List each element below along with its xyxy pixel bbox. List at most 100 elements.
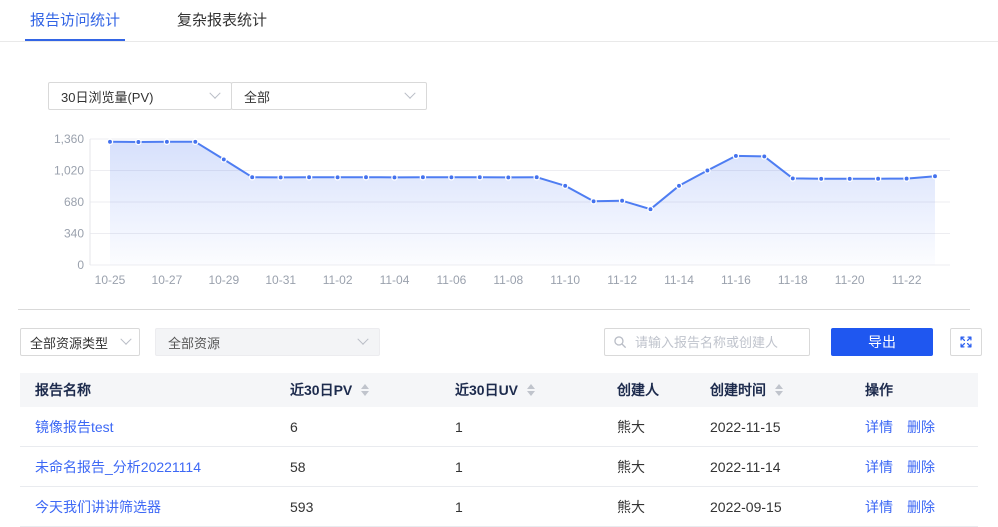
table-body: 镜像报告test 6 1 熊大 2022-11-15 详情 删除 未命名报告_分…	[20, 407, 978, 527]
y-axis-tick-label: 680	[64, 195, 84, 209]
col-header-actions: 操作	[850, 380, 978, 400]
y-axis-tick-label: 1,360	[54, 132, 84, 146]
chart-point[interactable]	[420, 175, 425, 180]
fullscreen-icon	[959, 335, 973, 349]
chart-point[interactable]	[904, 176, 909, 181]
chart-point[interactable]	[932, 174, 937, 179]
creator-value: 熊大	[602, 497, 695, 517]
chart-point[interactable]	[506, 175, 511, 180]
resource-type-select-value: 全部资源类型	[30, 333, 108, 352]
detail-link[interactable]: 详情	[865, 497, 893, 517]
x-axis-tick-label: 11-14	[664, 273, 694, 287]
metric-select-value: 30日浏览量(PV)	[61, 87, 153, 106]
pv-value: 593	[275, 499, 440, 515]
fullscreen-button[interactable]	[950, 328, 982, 356]
detail-link[interactable]: 详情	[865, 457, 893, 477]
chart-point[interactable]	[335, 175, 340, 180]
tab-bar: 报告访问统计 复杂报表统计	[0, 0, 998, 42]
uv-value: 1	[440, 499, 602, 515]
report-table: 报告名称 近30日PV 近30日UV 创建人 创建时间 操作 镜像报告test …	[20, 373, 978, 527]
col-header-creator: 创建人	[602, 380, 695, 400]
x-axis-tick-label: 11-22	[892, 273, 922, 287]
table-row: 未命名报告_分析20221114 58 1 熊大 2022-11-14 详情 删…	[20, 447, 978, 487]
table-header-row: 报告名称 近30日PV 近30日UV 创建人 创建时间 操作	[20, 373, 978, 407]
chart-point[interactable]	[563, 183, 568, 188]
chart-point[interactable]	[221, 157, 226, 162]
creator-value: 熊大	[602, 417, 695, 437]
pv-value: 6	[275, 419, 440, 435]
chevron-down-icon	[404, 88, 415, 99]
uv-value: 1	[440, 419, 602, 435]
x-axis-tick-label: 11-16	[721, 273, 751, 287]
chart-point[interactable]	[733, 153, 738, 158]
uv-value: 1	[440, 459, 602, 475]
search-box	[604, 328, 810, 356]
search-icon	[613, 335, 627, 349]
chart-point[interactable]	[278, 175, 283, 180]
x-axis-tick-label: 11-18	[778, 273, 808, 287]
x-axis-tick-label: 10-31	[265, 273, 296, 287]
chart-point[interactable]	[676, 183, 681, 188]
chart-point[interactable]	[477, 175, 482, 180]
chart-point[interactable]	[705, 168, 710, 173]
table-row: 今天我们讲讲筛选器 593 1 熊大 2022-09-15 详情 删除	[20, 487, 978, 527]
tab-label: 复杂报表统计	[177, 9, 267, 30]
resource-type-select[interactable]: 全部资源类型	[20, 328, 140, 356]
metric-select[interactable]: 30日浏览量(PV)	[48, 82, 232, 110]
col-header-uv: 近30日UV	[440, 380, 602, 400]
scope-select[interactable]: 全部	[231, 82, 427, 110]
chart-point[interactable]	[847, 176, 852, 181]
x-axis-tick-label: 11-02	[323, 273, 353, 287]
search-input[interactable]	[633, 334, 801, 351]
detail-link[interactable]: 详情	[865, 417, 893, 437]
y-axis-tick-label: 1,020	[54, 164, 84, 178]
tab-label: 报告访问统计	[30, 9, 120, 30]
delete-link[interactable]: 删除	[907, 417, 935, 437]
x-axis-tick-label: 11-10	[550, 273, 580, 287]
chart-point[interactable]	[250, 175, 255, 180]
y-axis-tick-label: 0	[77, 258, 84, 272]
report-name-link[interactable]: 镜像报告test	[35, 417, 114, 437]
tab-report-access-stats[interactable]: 报告访问统计	[25, 0, 125, 41]
y-axis-tick-label: 340	[64, 227, 84, 241]
export-button[interactable]: 导出	[831, 328, 933, 356]
chart-area-fill	[110, 142, 935, 265]
chart-point[interactable]	[449, 175, 454, 180]
chart-point[interactable]	[534, 175, 539, 180]
chart-point[interactable]	[193, 139, 198, 144]
delete-link[interactable]: 删除	[907, 457, 935, 477]
delete-link[interactable]: 删除	[907, 497, 935, 517]
pv-value: 58	[275, 459, 440, 475]
x-axis-tick-label: 10-27	[152, 273, 183, 287]
chart-point[interactable]	[648, 207, 653, 212]
chart-point[interactable]	[762, 154, 767, 159]
chevron-down-icon	[357, 334, 368, 345]
filter-bar: 全部资源类型 全部资源 导出	[20, 328, 982, 356]
report-name-link[interactable]: 今天我们讲讲筛选器	[35, 497, 161, 517]
resource-select[interactable]: 全部资源	[155, 328, 380, 356]
chart-point[interactable]	[819, 176, 824, 181]
tab-complex-report-stats[interactable]: 复杂报表统计	[172, 0, 272, 41]
sort-icon[interactable]	[361, 384, 369, 396]
sort-icon[interactable]	[775, 384, 783, 396]
created-value: 2022-11-15	[695, 419, 850, 435]
chart-controls: 30日浏览量(PV) 全部	[48, 82, 998, 110]
chart-point[interactable]	[136, 139, 141, 144]
chart-point[interactable]	[107, 139, 112, 144]
report-name-link[interactable]: 未命名报告_分析20221114	[35, 457, 201, 477]
chart-point[interactable]	[392, 175, 397, 180]
sort-icon[interactable]	[527, 384, 535, 396]
x-axis-tick-label: 11-06	[436, 273, 466, 287]
section-divider	[18, 309, 970, 310]
chart-point[interactable]	[876, 176, 881, 181]
creator-value: 熊大	[602, 457, 695, 477]
x-axis-tick-label: 11-20	[835, 273, 865, 287]
chart-point[interactable]	[307, 175, 312, 180]
chart-point[interactable]	[620, 198, 625, 203]
scope-select-value: 全部	[244, 87, 270, 106]
chart-point[interactable]	[790, 176, 795, 181]
chevron-down-icon	[120, 334, 131, 345]
chart-point[interactable]	[591, 199, 596, 204]
chart-point[interactable]	[363, 175, 368, 180]
chart-point[interactable]	[164, 139, 169, 144]
